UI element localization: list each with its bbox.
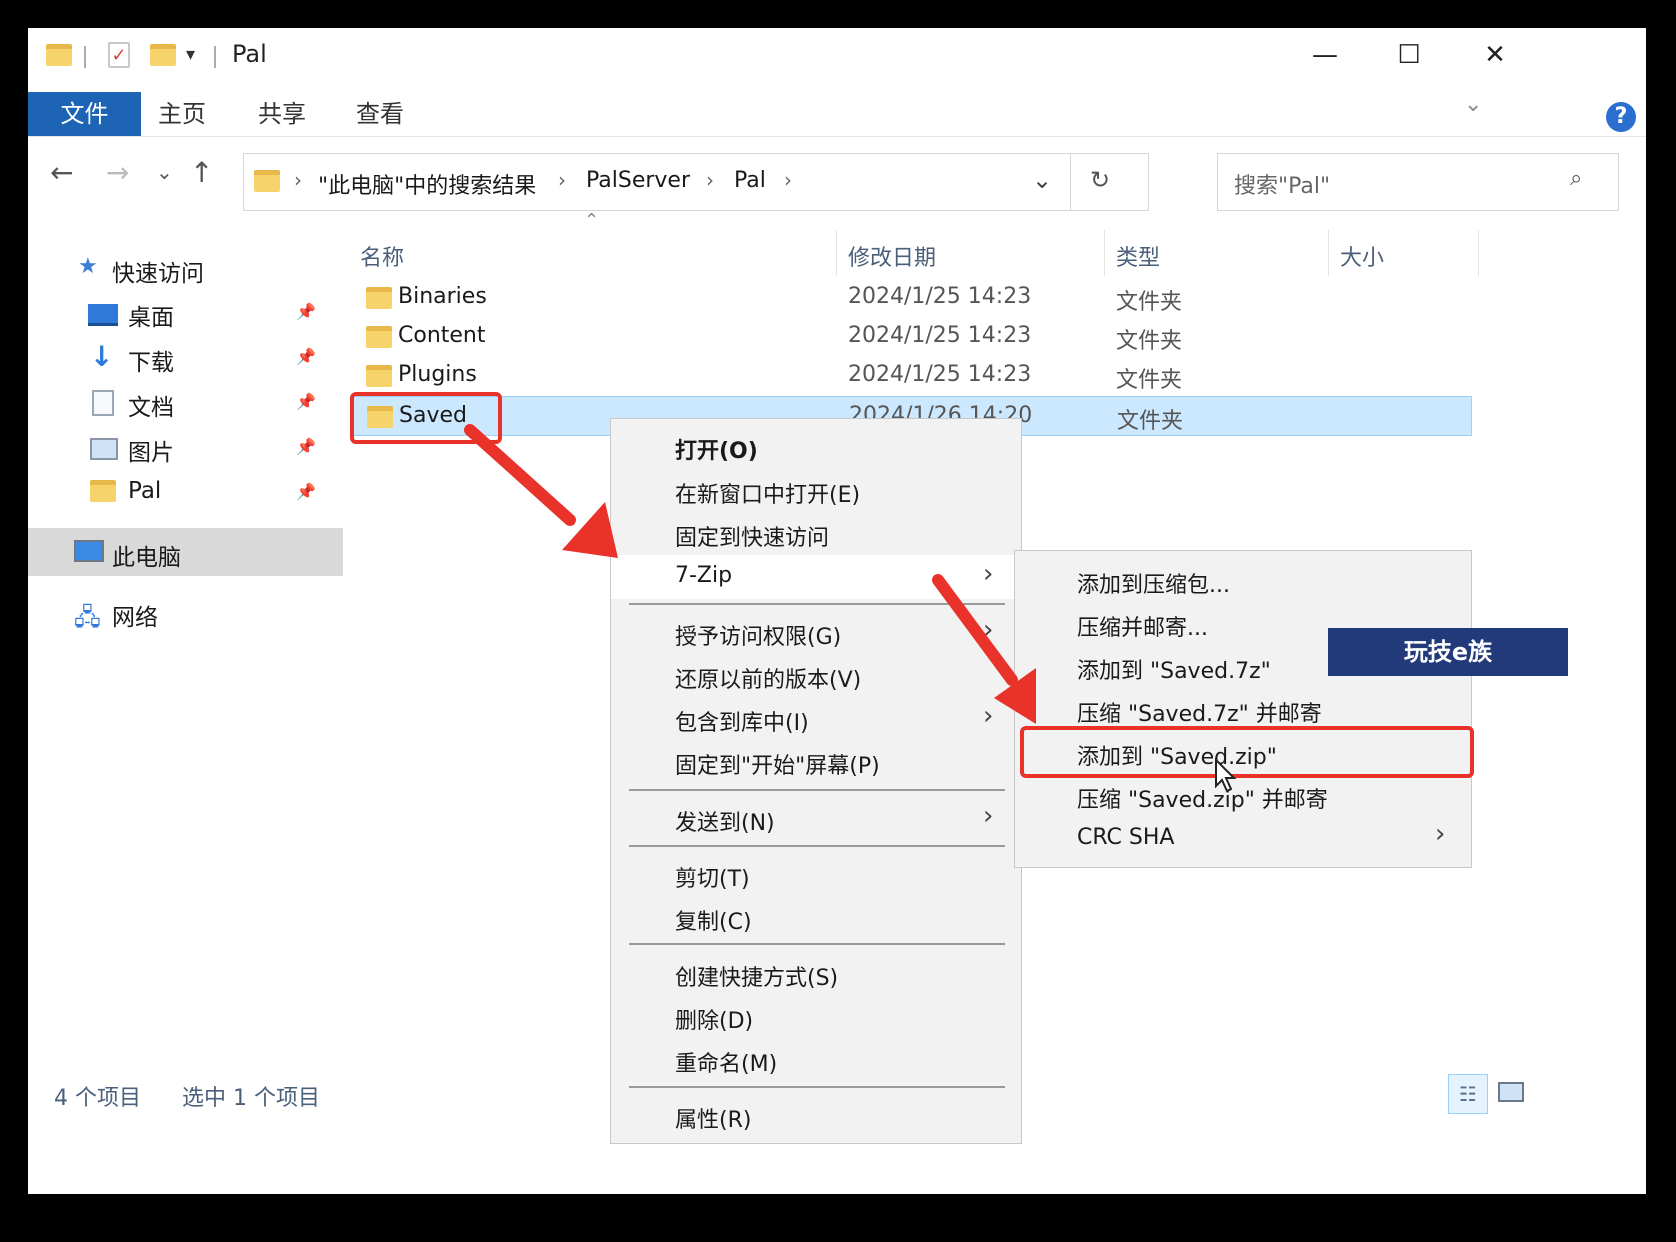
arrow-to-add-zip	[932, 574, 1036, 724]
arrow-to-7zip	[464, 424, 618, 558]
large-icons-view-icon[interactable]	[1498, 1082, 1524, 1102]
annotation-arrows	[464, 424, 1036, 724]
watermark-logo: 玩技e族	[1328, 628, 1568, 676]
details-view-icon[interactable]: ☷	[1448, 1074, 1488, 1114]
status-item-count: 4 个项目	[54, 1086, 141, 1111]
status-selected-count: 选中 1 个项目	[182, 1086, 320, 1111]
